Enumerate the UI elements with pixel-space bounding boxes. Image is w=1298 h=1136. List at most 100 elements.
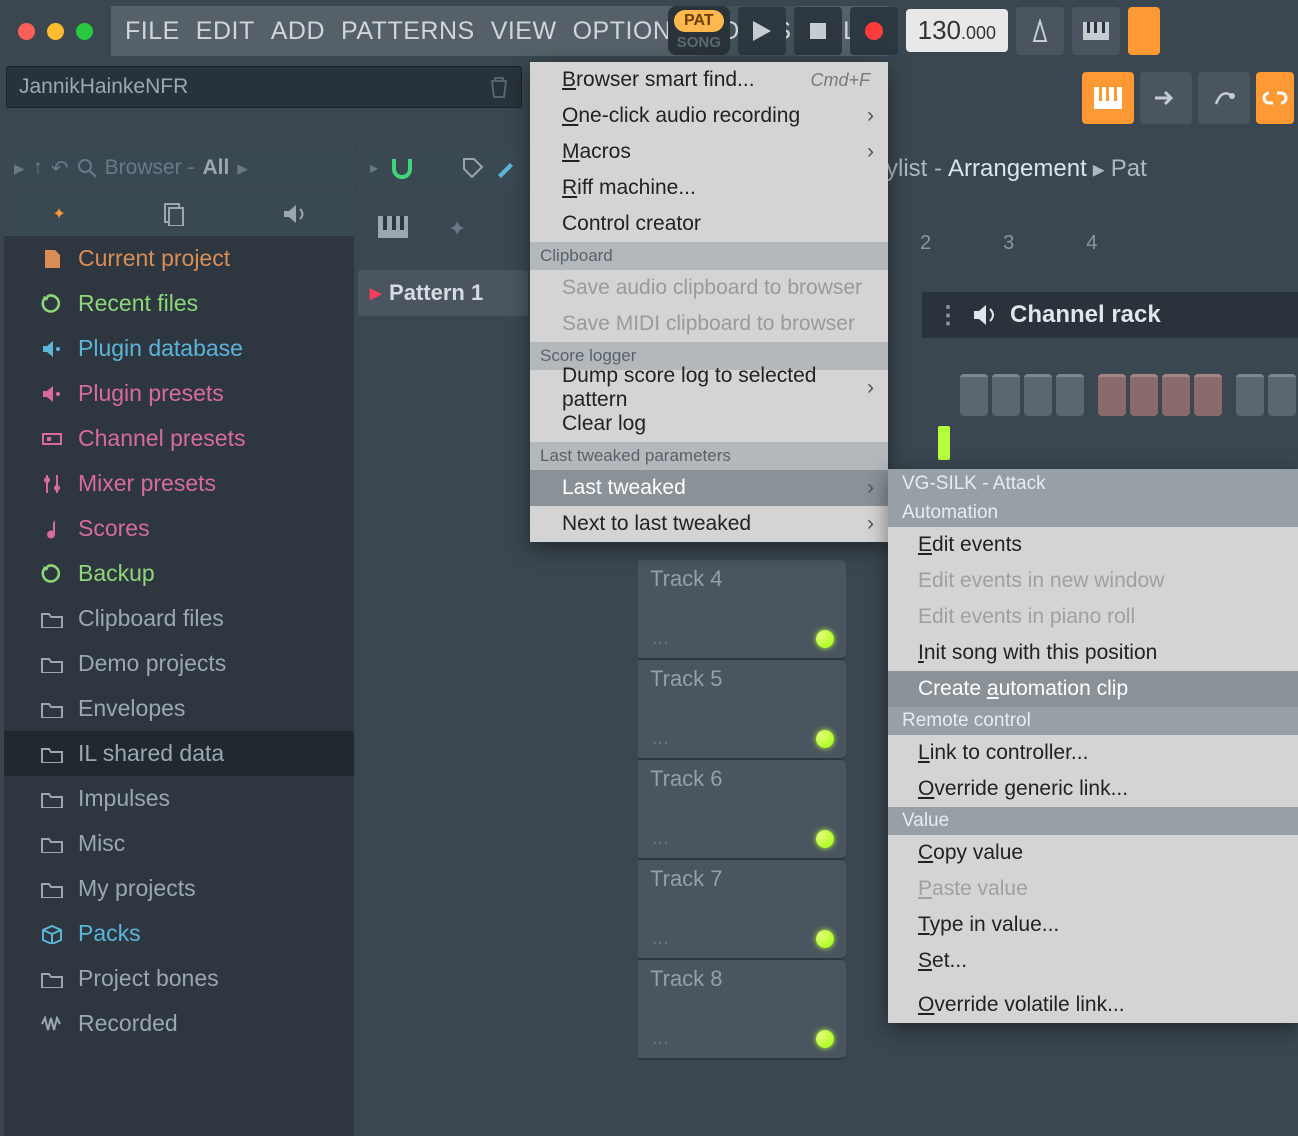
browser-item[interactable]: Mixer presets xyxy=(4,461,354,506)
step-button[interactable] xyxy=(1198,72,1250,124)
track-header[interactable]: Track 8 ... xyxy=(638,960,846,1060)
menu-view[interactable]: VIEW xyxy=(483,6,565,56)
step-button[interactable] xyxy=(1056,374,1084,416)
piano-tab-icon[interactable] xyxy=(378,216,408,242)
next-button[interactable] xyxy=(1140,72,1192,124)
menu-dots-icon[interactable]: ⋮ xyxy=(936,301,960,330)
wave-mode-icon[interactable]: ✦ xyxy=(52,204,65,224)
browser-item[interactable]: Recent files xyxy=(4,281,354,326)
track-options-icon[interactable]: ... xyxy=(652,927,669,950)
track-header[interactable]: Track 7 ... xyxy=(638,860,846,960)
search-icon[interactable] xyxy=(77,158,97,178)
nav-up-icon[interactable]: ↑ xyxy=(33,156,44,180)
maximize-window[interactable] xyxy=(76,23,93,40)
pattern-item[interactable]: ▸ Pattern 1 xyxy=(358,270,528,316)
submenu-item[interactable]: Edit events xyxy=(888,527,1298,563)
browser-item[interactable]: My projects xyxy=(4,866,354,911)
track-options-icon[interactable]: ... xyxy=(652,827,669,850)
record-button[interactable] xyxy=(850,7,898,55)
pat-song-toggle[interactable]: PAT SONG xyxy=(668,6,730,55)
browser-item[interactable]: Impulses xyxy=(4,776,354,821)
step-button[interactable] xyxy=(1098,374,1126,416)
menu-item[interactable]: Last tweaked › xyxy=(530,470,888,506)
step-button[interactable] xyxy=(1268,374,1296,416)
magnet-icon[interactable] xyxy=(390,157,414,179)
menu-item[interactable]: One-click audio recording › xyxy=(530,98,888,134)
menu-item[interactable]: Next to last tweaked › xyxy=(530,506,888,542)
track-mute-led[interactable] xyxy=(816,830,834,848)
submenu-item[interactable]: Override generic link... xyxy=(888,771,1298,807)
browser-item[interactable]: Project bones xyxy=(4,956,354,1001)
minimize-window[interactable] xyxy=(47,23,64,40)
playlist-crumb-2[interactable]: Arrangement xyxy=(948,155,1087,183)
browser-item[interactable]: Backup xyxy=(4,551,354,596)
nav-right-icon[interactable]: ▸ xyxy=(14,156,25,181)
playlist-timeline[interactable]: 234 xyxy=(920,232,1097,255)
copy-mode-icon[interactable] xyxy=(163,202,185,226)
track-options-icon[interactable]: ... xyxy=(652,1027,669,1050)
submenu-item-create-automation[interactable]: Create automation clip xyxy=(888,671,1298,707)
browser-item[interactable]: Channel presets xyxy=(4,416,354,461)
speaker-mode-icon[interactable] xyxy=(282,203,306,225)
browser-item[interactable]: Current project xyxy=(4,236,354,281)
close-window[interactable] xyxy=(18,23,35,40)
track-mute-led[interactable] xyxy=(816,730,834,748)
step-button[interactable] xyxy=(1024,374,1052,416)
step-button[interactable] xyxy=(1194,374,1222,416)
track-header[interactable]: Track 5 ... xyxy=(638,660,846,760)
browser-item[interactable]: Envelopes xyxy=(4,686,354,731)
nav-back-icon[interactable]: ↶ xyxy=(51,156,69,181)
metronome-button[interactable] xyxy=(1016,7,1064,55)
track-options-icon[interactable]: ... xyxy=(652,627,669,650)
browser-item[interactable]: Packs xyxy=(4,911,354,956)
menu-item[interactable]: Dump score log to selected pattern › xyxy=(530,370,888,406)
browser-item[interactable]: IL shared data xyxy=(4,731,354,776)
menu-edit[interactable]: EDIT xyxy=(188,6,263,56)
browser-item[interactable]: Scores xyxy=(4,506,354,551)
track-mute-led[interactable] xyxy=(816,1030,834,1048)
submenu-item[interactable]: Copy value xyxy=(888,835,1298,871)
track-mute-led[interactable] xyxy=(816,630,834,648)
browser-item[interactable]: Misc xyxy=(4,821,354,866)
step-button[interactable] xyxy=(960,374,988,416)
submenu-item[interactable]: Set... xyxy=(888,943,1298,979)
menu-add[interactable]: ADD xyxy=(263,6,333,56)
keyboard-button[interactable] xyxy=(1072,7,1120,55)
countdown-button[interactable] xyxy=(1128,7,1160,55)
track-header[interactable]: Track 4 ... xyxy=(638,560,846,660)
wave-tab-icon[interactable]: ✦ xyxy=(448,216,466,242)
playlist-view-button[interactable] xyxy=(1082,72,1134,124)
tag-icon[interactable] xyxy=(462,157,484,179)
track-mute-led[interactable] xyxy=(816,930,834,948)
menu-item[interactable]: Riff machine... xyxy=(530,170,888,206)
stop-button[interactable] xyxy=(794,7,842,55)
play-icon[interactable]: ▸ xyxy=(370,158,378,178)
submenu-item[interactable]: Init song with this position xyxy=(888,635,1298,671)
browser-filter[interactable]: All xyxy=(203,156,230,180)
browser-item[interactable]: Plugin presets xyxy=(4,371,354,416)
step-button[interactable] xyxy=(1236,374,1264,416)
trash-icon[interactable] xyxy=(489,75,509,99)
step-button[interactable] xyxy=(1162,374,1190,416)
menu-item[interactable]: Macros › xyxy=(530,134,888,170)
track-header[interactable]: Track 6 ... xyxy=(638,760,846,860)
brush-icon[interactable] xyxy=(494,157,516,179)
tempo-display[interactable]: 130.000 xyxy=(906,9,1008,52)
menu-item[interactable]: Clear log xyxy=(530,406,888,442)
menu-file[interactable]: FILE xyxy=(117,6,188,56)
menu-item[interactable]: Control creator xyxy=(530,206,888,242)
menu-item[interactable]: Browser smart find... Cmd+F xyxy=(530,62,888,98)
browser-item[interactable]: Recorded xyxy=(4,1001,354,1046)
menu-patterns[interactable]: PATTERNS xyxy=(333,6,483,56)
browser-item[interactable]: Plugin database xyxy=(4,326,354,371)
link-button[interactable] xyxy=(1256,72,1294,124)
submenu-item[interactable]: Link to controller... xyxy=(888,735,1298,771)
step-button[interactable] xyxy=(1130,374,1158,416)
browser-item[interactable]: Demo projects xyxy=(4,641,354,686)
submenu-item[interactable]: Override volatile link... xyxy=(888,987,1298,1023)
play-button[interactable] xyxy=(738,7,786,55)
step-sequencer[interactable] xyxy=(960,374,1298,416)
browser-item[interactable]: Clipboard files xyxy=(4,596,354,641)
track-options-icon[interactable]: ... xyxy=(652,727,669,750)
submenu-item[interactable]: Type in value... xyxy=(888,907,1298,943)
